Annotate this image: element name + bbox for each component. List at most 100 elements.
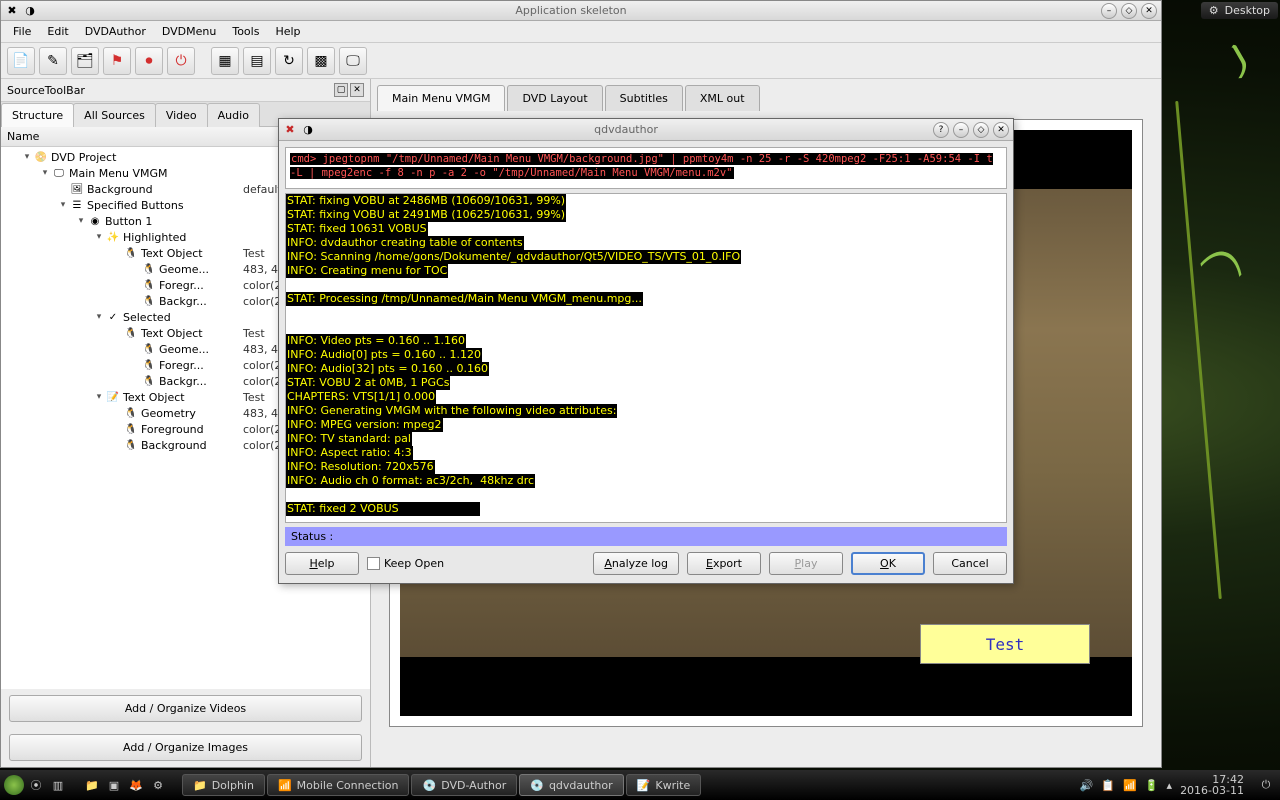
record-icon[interactable]: ⏺ [135, 47, 163, 75]
tab-dvd-layout[interactable]: DVD Layout [507, 85, 602, 111]
task-icon: 💿 [422, 779, 436, 792]
tray-icon[interactable]: 📋 [1101, 779, 1115, 792]
node-label: Text Object [139, 247, 203, 260]
menu-button-test[interactable]: Test [920, 624, 1090, 664]
keep-open-label: Keep Open [384, 557, 444, 570]
node-label: Foregr... [157, 359, 204, 372]
expand-icon[interactable]: ▾ [21, 152, 33, 162]
node-icon: 🐧 [123, 406, 139, 420]
tab-structure[interactable]: Structure [1, 103, 74, 127]
layers-icon[interactable]: 🗂 [71, 47, 99, 75]
minimize-button[interactable]: – [1101, 3, 1117, 19]
taskbar-item[interactable]: 💿DVD-Author [411, 774, 517, 796]
taskbar-item[interactable]: 📶Mobile Connection [267, 774, 410, 796]
node-label: Text Object [121, 391, 185, 404]
taskbar-item[interactable]: 📝Kwrite [626, 774, 702, 796]
expand-icon[interactable]: ▾ [39, 168, 51, 178]
tab-audio[interactable]: Audio [207, 103, 260, 127]
menu-dvdmenu[interactable]: DVDMenu [154, 22, 224, 41]
command-text: cmd> jpegtopnm "/tmp/Unnamed/Main Menu V… [290, 153, 993, 179]
monitor-icon[interactable]: 🖵 [339, 47, 367, 75]
firefox-launcher[interactable]: 🦊 [126, 775, 146, 795]
edit-icon[interactable]: ✎ [39, 47, 67, 75]
refresh-icon[interactable]: ↻ [275, 47, 303, 75]
pin-icon[interactable]: ◑ [23, 4, 37, 18]
tray-icon[interactable]: 🔋 [1145, 779, 1159, 792]
maximize-button[interactable]: ◇ [1121, 3, 1137, 19]
node-label: Foreground [139, 423, 204, 436]
add-images-button[interactable]: Add / Organize Images [9, 734, 362, 761]
add-videos-button[interactable]: Add / Organize Videos [9, 695, 362, 722]
taskbar-item[interactable]: 📁 Dolphin [182, 774, 265, 796]
node-label: Text Object [139, 327, 203, 340]
menu-file[interactable]: File [5, 22, 39, 41]
ok-button[interactable]: OK [851, 552, 925, 575]
menu-edit[interactable]: Edit [39, 22, 76, 41]
node-label: Highlighted [121, 231, 186, 244]
close-button[interactable]: ✕ [1141, 3, 1157, 19]
menu-dvdauthor[interactable]: DVDAuthor [77, 22, 154, 41]
grid-icon[interactable]: ▩ [307, 47, 335, 75]
command-box[interactable]: cmd> jpegtopnm "/tmp/Unnamed/Main Menu V… [285, 147, 1007, 189]
tray-icon[interactable]: 📶 [1123, 779, 1137, 792]
node-icon: 🖵 [51, 166, 67, 180]
logout-icon[interactable]: ⏻ [1256, 775, 1276, 795]
desktop-toolbox[interactable]: ⚙ Desktop [1201, 2, 1278, 19]
export-button[interactable]: Export [687, 552, 761, 575]
clock[interactable]: 17:42 2016-03-11 [1180, 774, 1248, 796]
checkbox-icon[interactable] [367, 557, 380, 570]
help-button-icon[interactable]: ? [933, 122, 949, 138]
cancel-button[interactable]: Cancel [933, 552, 1007, 575]
terminal-launcher[interactable]: ▣ [104, 775, 124, 795]
tab-subtitles[interactable]: Subtitles [605, 85, 683, 111]
clock-date: 2016-03-11 [1180, 785, 1244, 796]
view1-icon[interactable]: ▦ [211, 47, 239, 75]
menu-help[interactable]: Help [267, 22, 308, 41]
help-button[interactable]: Help [285, 552, 359, 575]
node-value: default [243, 183, 282, 196]
main-titlebar[interactable]: ✖ ◑ Application skeleton – ◇ ✕ [1, 1, 1161, 21]
config-launcher[interactable]: ⚙ [148, 775, 168, 795]
expand-icon[interactable]: ▾ [93, 312, 105, 322]
keep-open-checkbox[interactable]: Keep Open [367, 557, 444, 570]
expand-icon[interactable]: ▾ [57, 200, 69, 210]
maximize-button[interactable]: ◇ [973, 122, 989, 138]
task-label: qdvdauthor [549, 779, 613, 792]
flag-icon[interactable]: ⚑ [103, 47, 131, 75]
node-icon: 🐧 [141, 374, 157, 388]
col-name[interactable]: Name [1, 127, 322, 146]
pin-icon[interactable]: ◑ [301, 123, 315, 137]
pager-icon[interactable]: ▥ [48, 775, 68, 795]
task-icon: 📝 [637, 779, 651, 792]
minimize-button[interactable]: – [953, 122, 969, 138]
tab-xml-out[interactable]: XML out [685, 85, 760, 111]
tab-all-sources[interactable]: All Sources [73, 103, 156, 127]
tab-video[interactable]: Video [155, 103, 208, 127]
analyze-log-button[interactable]: Analyze log [593, 552, 679, 575]
expand-icon[interactable]: ▾ [93, 232, 105, 242]
tab-main-menu[interactable]: Main Menu VMGM [377, 85, 505, 111]
close-panel-icon[interactable]: ✕ [350, 83, 364, 97]
gear-icon: ⚙ [1209, 4, 1219, 17]
detach-icon[interactable]: ▢ [334, 83, 348, 97]
node-label: Backgr... [157, 375, 207, 388]
start-button[interactable] [4, 775, 24, 795]
node-value: Test [243, 247, 265, 260]
dolphin-launcher[interactable]: 📁 [82, 775, 102, 795]
power-icon[interactable]: ⏻ [167, 47, 195, 75]
taskbar-item[interactable]: 💿qdvdauthor [519, 774, 623, 796]
view2-icon[interactable]: ▤ [243, 47, 271, 75]
expand-icon[interactable]: ▾ [93, 392, 105, 402]
dialog-titlebar[interactable]: ✖ ◑ qdvdauthor ? – ◇ ✕ [279, 119, 1013, 141]
close-button[interactable]: ✕ [993, 122, 1009, 138]
menu-tools[interactable]: Tools [224, 22, 267, 41]
activity-icon[interactable]: ⦿ [26, 775, 46, 795]
qdvdauthor-dialog: ✖ ◑ qdvdauthor ? – ◇ ✕ cmd> jpegtopnm "/… [278, 118, 1014, 584]
log-output[interactable]: STAT: fixing VOBU at 2486MB (10609/10631… [285, 193, 1007, 523]
expand-icon[interactable]: ▾ [75, 216, 87, 226]
tray-icon[interactable]: 🔊 [1080, 779, 1094, 792]
task-icon: 📁 [193, 779, 207, 792]
new-icon[interactable]: 📄 [7, 47, 35, 75]
task-label: Dolphin [212, 779, 254, 792]
tray-expand-icon[interactable]: ▴ [1167, 779, 1173, 792]
